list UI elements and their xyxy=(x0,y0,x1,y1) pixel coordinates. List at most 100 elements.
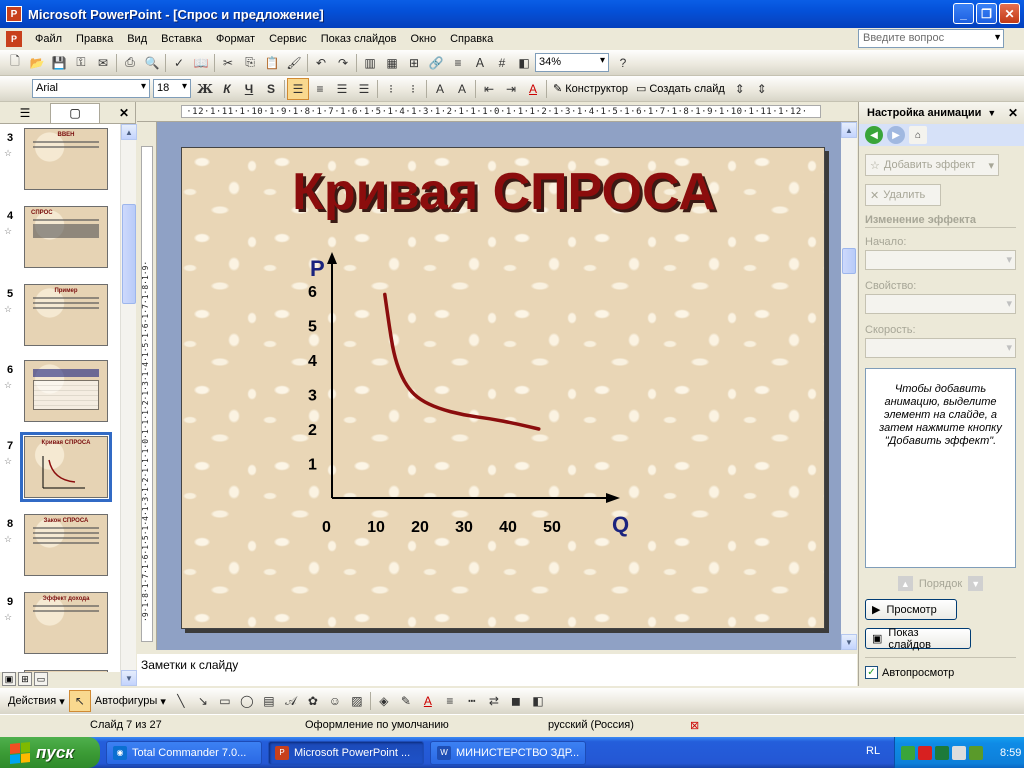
menu-window[interactable]: Окно xyxy=(404,33,444,45)
close-icon[interactable]: ✕ xyxy=(1008,106,1018,120)
slide-scrollbar[interactable]: ▲ ▼ xyxy=(841,122,857,650)
chevron-down-icon[interactable]: ▼ xyxy=(987,108,996,118)
actions-menu[interactable]: Действия ▾ xyxy=(4,695,69,708)
spelling-icon[interactable]: ✓ xyxy=(168,52,190,74)
current-slide[interactable]: Кривая СПРОСА P Q 1 2 3 4 5 6 0 10 20 30 40 50 xyxy=(181,147,825,629)
slide-thumbnail[interactable]: Пример xyxy=(24,284,108,346)
arrow-style-icon[interactable]: ⇄ xyxy=(483,690,505,712)
show-formatting-icon[interactable]: Ａ xyxy=(469,52,491,74)
picture-icon[interactable]: ▨ xyxy=(346,690,368,712)
tray-network-icon[interactable] xyxy=(935,745,949,760)
rectangle-icon[interactable]: ▭ xyxy=(214,690,236,712)
align-left-icon[interactable]: ☰ xyxy=(287,77,309,100)
sorter-view-icon[interactable]: ⊞ xyxy=(18,672,32,686)
menu-slideshow[interactable]: Показ слайдов xyxy=(314,33,404,45)
slideshow-button[interactable]: ▣ Показ слайдов xyxy=(865,627,971,651)
decrease-indent-icon[interactable]: ⇤ xyxy=(478,78,500,100)
research-icon[interactable]: 📖 xyxy=(190,52,212,74)
start-button[interactable]: пуск xyxy=(0,737,100,768)
help-icon[interactable]: ? xyxy=(612,52,634,74)
language-indicator[interactable]: RL xyxy=(866,745,880,757)
show-grid-icon[interactable]: # xyxy=(491,52,513,74)
slide-thumb-row[interactable]: 8 ☆ Закон СПРОСА xyxy=(0,514,120,586)
email-icon[interactable]: ✉ xyxy=(92,52,114,74)
font-size-select[interactable]: 18 xyxy=(153,79,191,98)
designer-button[interactable]: ✎ Конструктор xyxy=(549,82,632,96)
taskbar-item-total-commander[interactable]: ◉ Total Commander 7.0... xyxy=(106,740,262,765)
autopreview-checkbox[interactable]: ✓ Автопросмотр xyxy=(865,666,1016,679)
slide-thumb-row[interactable]: 7 ☆ Кривая СПРОСА xyxy=(0,432,120,508)
task-pane-title[interactable]: Настройка анимации xyxy=(867,107,981,119)
textbox-icon[interactable]: ▤ xyxy=(258,690,280,712)
menu-edit[interactable]: Правка xyxy=(69,33,120,45)
slide-thumbnail[interactable] xyxy=(24,360,108,422)
menu-format[interactable]: Формат xyxy=(209,33,262,45)
help-question-input[interactable]: Введите вопрос xyxy=(858,29,1004,48)
property-select[interactable] xyxy=(865,294,1016,314)
help-dropdown-icon[interactable]: ▼ xyxy=(993,32,1002,42)
slide-thumbnail[interactable]: Закон СПРОСА xyxy=(24,514,108,576)
normal-view-icon[interactable]: ▣ xyxy=(2,672,16,686)
bullets-icon[interactable]: ⁝ xyxy=(402,78,424,100)
home-icon[interactable]: ⌂ xyxy=(909,126,927,144)
diagram-icon[interactable]: ✿ xyxy=(302,690,324,712)
copy-icon[interactable]: ⎘ xyxy=(239,52,261,74)
cut-icon[interactable]: ✂ xyxy=(217,52,239,74)
tables-borders-icon[interactable]: ⊞ xyxy=(403,52,425,74)
decrease-font-icon[interactable]: A xyxy=(451,78,473,100)
arrow-icon[interactable]: ↘ xyxy=(192,690,214,712)
slides-scrollbar[interactable]: ▲ ▼ xyxy=(120,124,137,686)
menu-tools[interactable]: Сервис xyxy=(262,33,314,45)
fill-color-icon[interactable]: ◈ xyxy=(373,690,395,712)
3d-style-icon[interactable]: ◧ xyxy=(527,690,549,712)
tray-volume-icon[interactable] xyxy=(952,745,966,760)
tray-antivirus-icon[interactable] xyxy=(918,745,932,760)
autoshapes-menu[interactable]: Автофигуры ▾ xyxy=(91,695,170,708)
tab-outline[interactable]: ☰ xyxy=(0,103,50,123)
increase-font-icon[interactable]: A xyxy=(429,78,451,100)
notes-pane[interactable]: Заметки к слайду xyxy=(137,650,857,686)
scroll-down-icon[interactable]: ▼ xyxy=(841,634,857,650)
close-button[interactable]: ✕ xyxy=(999,3,1020,24)
restore-button[interactable]: ❐ xyxy=(976,3,997,24)
select-pointer-icon[interactable]: ↖ xyxy=(68,690,91,712)
slide-thumb-row[interactable]: 5 ☆ Пример xyxy=(0,284,120,356)
paste-icon[interactable]: 📋 xyxy=(261,52,283,74)
increase-indent-icon[interactable]: ⇥ xyxy=(500,78,522,100)
open-icon[interactable]: 📂 xyxy=(26,52,48,74)
slide-thumb-row[interactable]: 6 ☆ xyxy=(0,360,120,432)
bold-button[interactable]: Ж xyxy=(194,78,216,100)
collapse-icon[interactable]: ⇕ xyxy=(751,78,773,100)
zoom-select[interactable]: 34% xyxy=(535,53,609,72)
menu-view[interactable]: Вид xyxy=(120,33,154,45)
line-style-icon[interactable]: ≡ xyxy=(439,690,461,712)
preview-button[interactable]: ▶ Просмотр xyxy=(865,599,957,620)
slide-thumbnail[interactable]: СПРОС xyxy=(24,206,108,268)
taskbar-item-powerpoint[interactable]: P Microsoft PowerPoint ... xyxy=(268,740,424,765)
scroll-down-icon[interactable]: ▼ xyxy=(121,670,137,686)
document-icon[interactable]: P xyxy=(6,31,22,47)
move-up-icon[interactable]: ▲ xyxy=(897,576,913,591)
scroll-thumb[interactable] xyxy=(122,204,136,304)
slide-thumb-row[interactable]: 9 ☆ Эффект дохода xyxy=(0,592,120,664)
slide-thumb-row[interactable]: 3 ☆ ВВЕН xyxy=(0,128,120,200)
minimize-button[interactable]: _ xyxy=(953,3,974,24)
save-icon[interactable]: 💾 xyxy=(48,52,70,74)
expand-all-icon[interactable]: ≡ xyxy=(447,52,469,74)
undo-icon[interactable]: ↶ xyxy=(310,52,332,74)
oval-icon[interactable]: ◯ xyxy=(236,690,258,712)
add-effect-button[interactable]: ☆ Добавить эффект ▾ xyxy=(865,154,999,176)
font-color-icon[interactable]: A xyxy=(417,690,439,712)
back-icon[interactable]: ◀ xyxy=(865,126,883,144)
print-preview-icon[interactable]: 🔍 xyxy=(141,52,163,74)
tray-app-icon[interactable] xyxy=(901,745,915,760)
permission-icon[interactable]: ⚿ xyxy=(70,52,92,74)
shadow-button[interactable]: S xyxy=(260,78,282,100)
taskbar-item-word[interactable]: W МИНИСТЕРСТВО ЗДР... xyxy=(430,740,586,765)
align-center-icon[interactable]: ≡ xyxy=(309,78,331,100)
speed-select[interactable] xyxy=(865,338,1016,358)
slide-thumb-row[interactable]: 4 ☆ СПРОС xyxy=(0,206,120,278)
shadow-style-icon[interactable]: ◼ xyxy=(505,690,527,712)
line-color-icon[interactable]: ✎ xyxy=(395,690,417,712)
slideshow-view-icon[interactable]: ▭ xyxy=(34,672,48,686)
